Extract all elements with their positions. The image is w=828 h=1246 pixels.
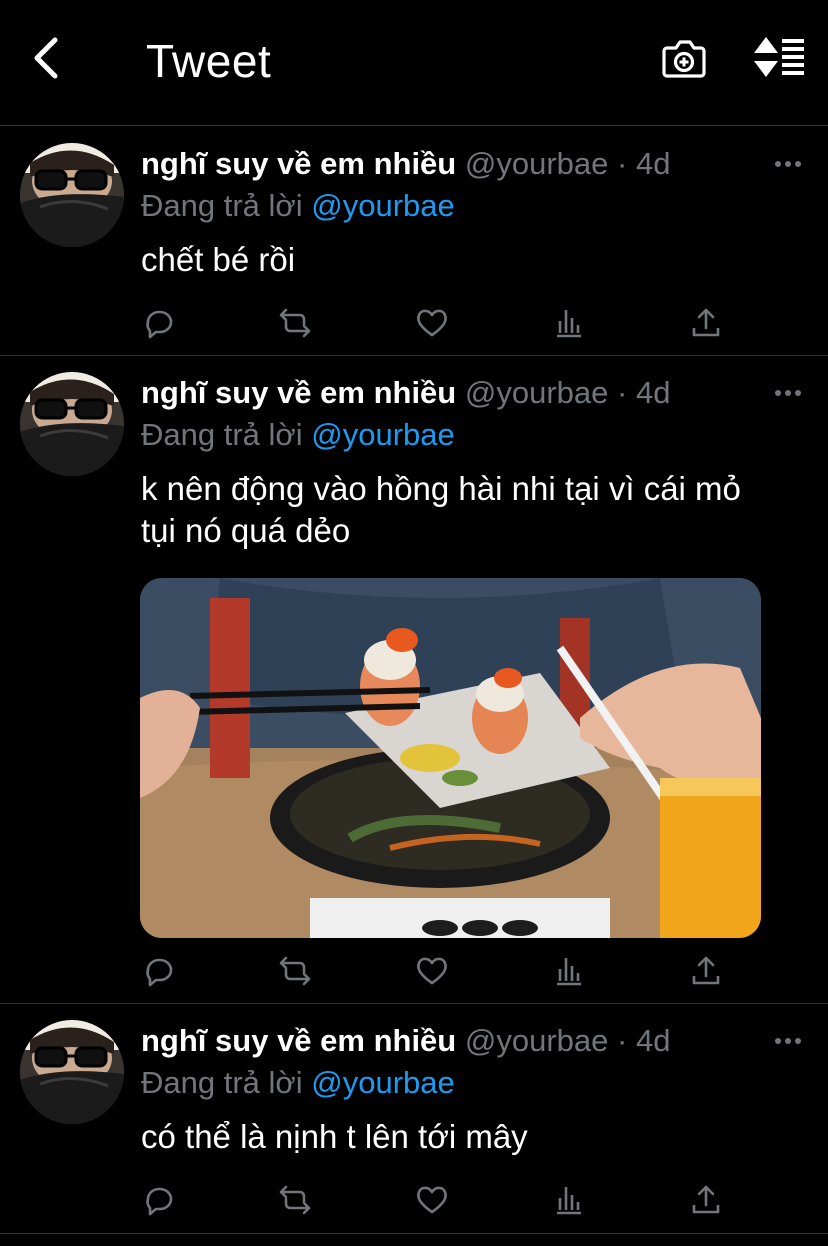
camera-icon — [662, 40, 706, 78]
like-button[interactable] — [415, 1183, 449, 1217]
replying-to-label: Đang trả lời — [141, 188, 303, 223]
timestamp[interactable]: 4d — [636, 1023, 670, 1058]
replying-to-handle[interactable]: @yourbae — [311, 188, 455, 223]
like-icon — [417, 957, 447, 985]
more-options-icon[interactable] — [774, 159, 802, 169]
separator-dot: · — [617, 146, 628, 181]
replying-to-label: Đang trả lời — [141, 417, 303, 452]
timestamp[interactable]: 4d — [636, 146, 670, 181]
views-button[interactable] — [552, 954, 586, 988]
tweet[interactable]: nghĩ suy về em nhiều @yourbae · 4d Đang … — [0, 356, 828, 1004]
tweet-header: nghĩ suy về em nhiều @yourbae · 4d — [141, 1021, 808, 1061]
replying-to-handle[interactable]: @yourbae — [311, 417, 455, 452]
display-name[interactable]: nghĩ suy về em nhiều — [141, 146, 456, 181]
sort-icon — [754, 37, 804, 77]
avatar[interactable] — [20, 143, 124, 247]
like-icon — [417, 309, 447, 337]
retweet-button[interactable] — [278, 954, 312, 988]
replying-to: Đang trả lời @yourbae — [141, 415, 455, 455]
like-icon — [417, 1186, 447, 1214]
like-button[interactable] — [415, 306, 449, 340]
reply-button[interactable] — [142, 306, 176, 340]
replying-to: Đang trả lời @yourbae — [141, 1063, 455, 1103]
reply-icon — [146, 310, 173, 339]
tweet-header: nghĩ suy về em nhiều @yourbae · 4d — [141, 373, 808, 413]
retweet-button[interactable] — [278, 1183, 312, 1217]
tweet-text: chết bé rồi — [141, 241, 296, 278]
tweet[interactable]: nghĩ suy về em nhiều @yourbae · 4d Đang … — [0, 127, 828, 356]
avatar[interactable] — [20, 1020, 124, 1124]
avatar[interactable] — [20, 372, 124, 476]
timestamp[interactable]: 4d — [636, 375, 670, 410]
more-options-icon[interactable] — [774, 388, 802, 398]
back-button[interactable] — [26, 34, 66, 82]
views-icon — [557, 958, 581, 986]
replying-to: Đang trả lời @yourbae — [141, 186, 455, 226]
like-button[interactable] — [415, 954, 449, 988]
share-icon — [692, 1185, 720, 1214]
views-icon — [557, 310, 581, 338]
views-icon — [557, 1187, 581, 1215]
camera-button[interactable] — [662, 36, 706, 80]
views-button[interactable] — [552, 1183, 586, 1217]
user-handle[interactable]: @yourbae — [465, 375, 609, 410]
replying-to-label: Đang trả lời — [141, 1065, 303, 1100]
separator-dot: · — [617, 375, 628, 410]
reply-icon — [146, 1187, 173, 1216]
sort-button[interactable] — [752, 36, 806, 78]
tweet-photo[interactable] — [140, 578, 761, 938]
views-button[interactable] — [552, 306, 586, 340]
user-handle[interactable]: @yourbae — [465, 146, 609, 181]
retweet-icon — [279, 956, 311, 986]
share-icon — [692, 308, 720, 337]
reply-icon — [146, 958, 173, 987]
tweet[interactable]: nghĩ suy về em nhiều @yourbae · 4d Đang … — [0, 1004, 828, 1234]
user-handle[interactable]: @yourbae — [465, 1023, 609, 1058]
share-button[interactable] — [689, 954, 723, 988]
tweet-text: k nên động vào hồng hài nhi tại vì cái m… — [141, 470, 741, 549]
retweet-button[interactable] — [278, 306, 312, 340]
top-bar: Tweet — [0, 0, 828, 126]
tweet-text: có thể là nịnh t lên tới mây — [141, 1118, 528, 1155]
tweet-actions — [140, 306, 730, 340]
chevron-left-icon — [34, 37, 58, 79]
retweet-icon — [279, 308, 311, 338]
display-name[interactable]: nghĩ suy về em nhiều — [141, 1023, 456, 1058]
retweet-icon — [279, 1185, 311, 1215]
display-name[interactable]: nghĩ suy về em nhiều — [141, 375, 456, 410]
share-button[interactable] — [689, 1183, 723, 1217]
reply-button[interactable] — [142, 1183, 176, 1217]
separator-dot: · — [617, 1023, 628, 1058]
page-title: Tweet — [146, 35, 272, 87]
tweet-header: nghĩ suy về em nhiều @yourbae · 4d — [141, 144, 808, 184]
reply-button[interactable] — [142, 954, 176, 988]
share-button[interactable] — [689, 306, 723, 340]
tweet-actions — [140, 954, 730, 988]
share-icon — [692, 956, 720, 985]
more-options-icon[interactable] — [774, 1036, 802, 1046]
tweet-actions — [140, 1183, 730, 1217]
replying-to-handle[interactable]: @yourbae — [311, 1065, 455, 1100]
